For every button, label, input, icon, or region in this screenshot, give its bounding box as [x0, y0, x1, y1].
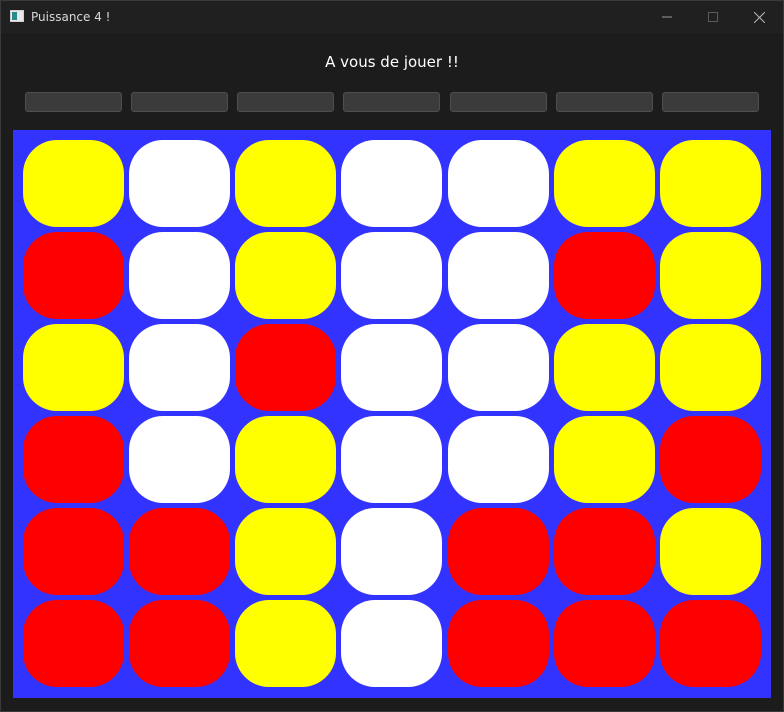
cell-r5-c4-empty: [341, 508, 442, 595]
cell-r1-c7-yellow: [660, 140, 761, 227]
cell-r2-c4-empty: [341, 232, 442, 319]
cell-r4-c3-yellow: [235, 416, 336, 503]
maximize-button[interactable]: [690, 1, 736, 33]
cell-r1-c1-yellow: [23, 140, 124, 227]
cell-r6-c3-yellow: [235, 600, 336, 687]
drop-column-4-button[interactable]: [343, 92, 440, 112]
cell-r3-c5-empty: [448, 324, 549, 411]
cell-r2-c6-red: [554, 232, 655, 319]
close-icon: [753, 11, 765, 23]
cell-r4-c4-empty: [341, 416, 442, 503]
cell-r6-c7-red: [660, 600, 761, 687]
cell-r6-c4-empty: [341, 600, 442, 687]
cell-r2-c1-red: [23, 232, 124, 319]
cell-r5-c3-yellow: [235, 508, 336, 595]
cell-r4-c5-empty: [448, 416, 549, 503]
cell-r6-c5-red: [448, 600, 549, 687]
app-icon: [10, 10, 24, 22]
window-title: Puissance 4 !: [31, 10, 111, 24]
maximize-icon: [708, 12, 718, 22]
cell-r3-c2-empty: [129, 324, 230, 411]
cell-r3-c7-yellow: [660, 324, 761, 411]
cell-r5-c7-yellow: [660, 508, 761, 595]
minimize-button[interactable]: [644, 1, 690, 33]
client-area: A vous de jouer !!: [1, 33, 783, 711]
drop-column-7-button[interactable]: [662, 92, 759, 112]
cell-r1-c5-empty: [448, 140, 549, 227]
cell-r4-c7-red: [660, 416, 761, 503]
status-label: A vous de jouer !!: [325, 53, 459, 71]
game-board: [13, 130, 771, 698]
cell-r1-c6-yellow: [554, 140, 655, 227]
drop-column-3-button[interactable]: [237, 92, 334, 112]
cell-r3-c6-yellow: [554, 324, 655, 411]
cell-r3-c4-empty: [341, 324, 442, 411]
cell-r2-c7-yellow: [660, 232, 761, 319]
cell-r6-c2-red: [129, 600, 230, 687]
cell-r1-c3-yellow: [235, 140, 336, 227]
cell-r6-c1-red: [23, 600, 124, 687]
cell-r4-c2-empty: [129, 416, 230, 503]
app-icon-pane: [12, 12, 17, 20]
cell-r5-c1-red: [23, 508, 124, 595]
cell-r2-c3-yellow: [235, 232, 336, 319]
cell-r3-c3-red: [235, 324, 336, 411]
title-bar[interactable]: Puissance 4 !: [1, 1, 783, 33]
cell-r1-c4-empty: [341, 140, 442, 227]
cell-r1-c2-empty: [129, 140, 230, 227]
cell-r4-c1-red: [23, 416, 124, 503]
game-window: Puissance 4 ! A vous de jouer !!: [0, 0, 784, 712]
drop-column-6-button[interactable]: [556, 92, 653, 112]
drop-column-1-button[interactable]: [25, 92, 122, 112]
cell-r2-c5-empty: [448, 232, 549, 319]
minimize-icon: [662, 16, 672, 18]
cell-r5-c2-red: [129, 508, 230, 595]
cell-r5-c5-red: [448, 508, 549, 595]
cell-r4-c6-yellow: [554, 416, 655, 503]
cell-r6-c6-red: [554, 600, 655, 687]
close-button[interactable]: [736, 1, 782, 33]
drop-column-2-button[interactable]: [131, 92, 228, 112]
cell-r5-c6-red: [554, 508, 655, 595]
cell-r3-c1-yellow: [23, 324, 124, 411]
drop-column-5-button[interactable]: [450, 92, 547, 112]
cell-r2-c2-empty: [129, 232, 230, 319]
